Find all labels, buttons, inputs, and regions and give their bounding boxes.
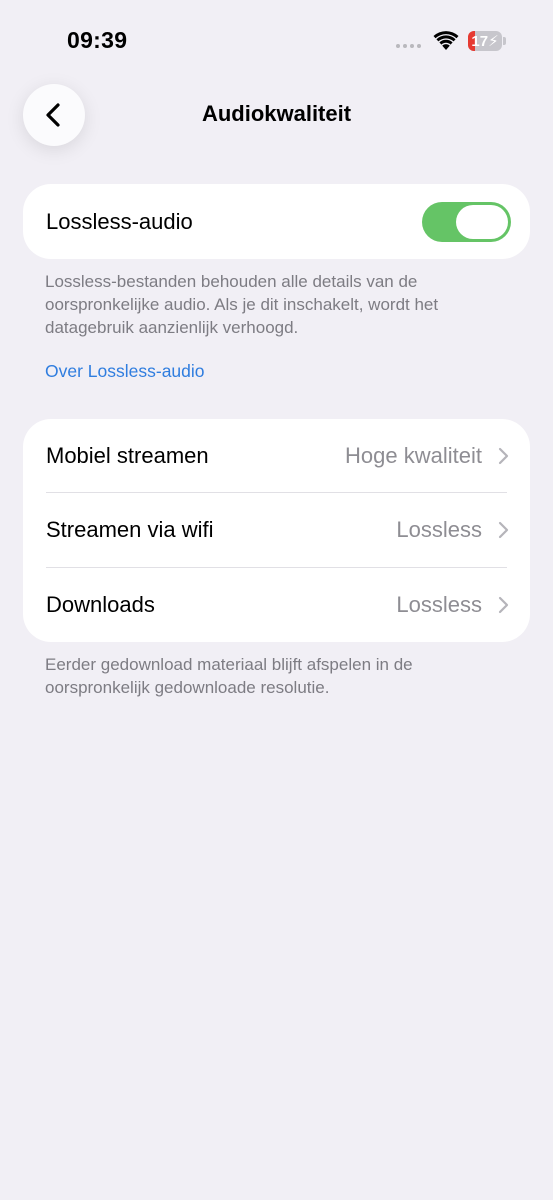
- lossless-audio-card: Lossless-audio: [23, 184, 530, 259]
- about-lossless-link[interactable]: Over Lossless-audio: [45, 361, 205, 382]
- wifi-icon: [433, 31, 459, 50]
- cellular-signal-icon: [396, 44, 421, 48]
- page-title: Audiokwaliteit: [201, 101, 352, 126]
- lossless-audio-label: Lossless-audio: [46, 209, 193, 234]
- row-value: Lossless: [396, 517, 482, 542]
- wifi-streaming-row[interactable]: Streamen via wifi Lossless: [23, 493, 530, 567]
- battery-icon: 17⚡: [468, 31, 502, 51]
- toggle-knob: [456, 205, 508, 239]
- mobile-streaming-row[interactable]: Mobiel streamen Hoge kwaliteit: [23, 419, 530, 493]
- lossless-audio-toggle[interactable]: [422, 202, 511, 242]
- chevron-right-icon: [498, 447, 509, 465]
- download-footnote: Eerder gedownload materiaal blijft afspe…: [45, 655, 413, 697]
- chevron-right-icon: [498, 596, 509, 614]
- row-value: Hoge kwaliteit: [345, 443, 482, 468]
- charging-bolt-icon: ⚡: [488, 33, 499, 50]
- status-time: 09:39: [67, 27, 128, 53]
- battery-cap: [503, 37, 506, 45]
- row-label: Downloads: [46, 592, 155, 617]
- lossless-description: Lossless-bestanden behouden alle details…: [45, 272, 439, 337]
- row-label: Mobiel streamen: [46, 443, 209, 468]
- downloads-row[interactable]: Downloads Lossless: [23, 568, 530, 642]
- row-label: Streamen via wifi: [46, 517, 214, 542]
- battery-level: 17: [471, 33, 489, 50]
- quality-settings-card: Mobiel streamen Hoge kwaliteit Streamen …: [23, 419, 530, 642]
- status-bar: 09:39 17⚡: [0, 0, 553, 80]
- row-value: Lossless: [396, 592, 482, 617]
- chevron-right-icon: [498, 521, 509, 539]
